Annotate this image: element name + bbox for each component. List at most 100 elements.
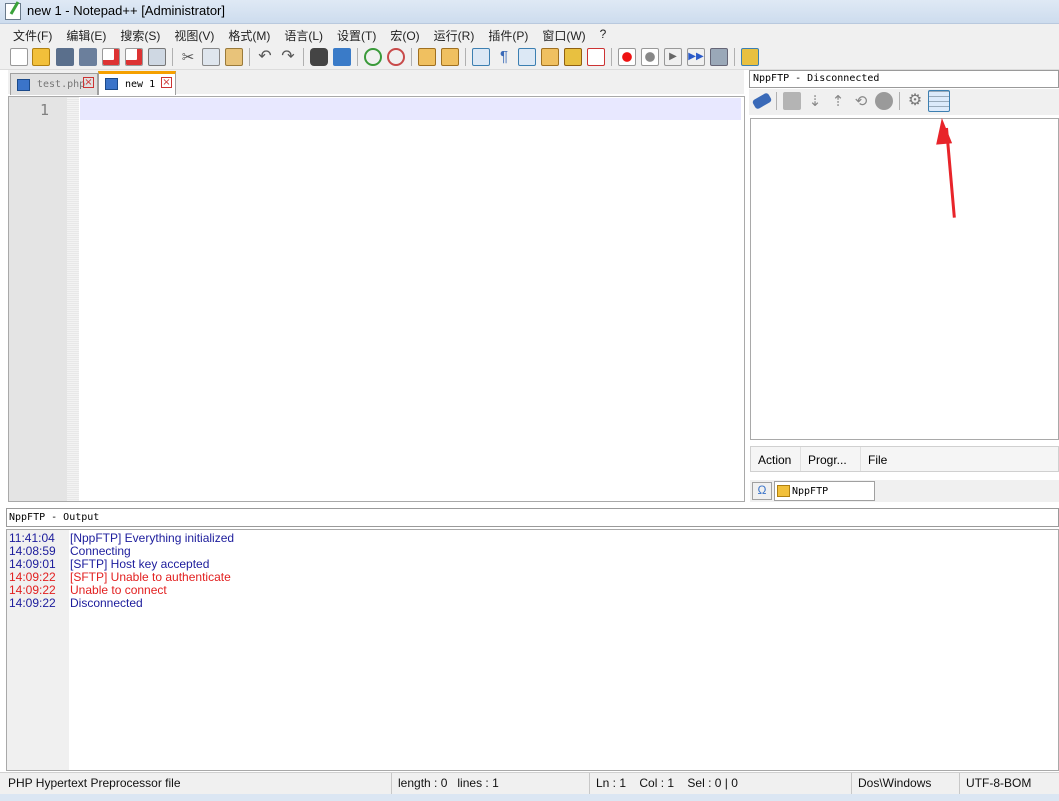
- refresh-folder-icon[interactable]: ⇡: [829, 92, 847, 110]
- toolbar-divider: [611, 48, 612, 66]
- notepad-app-icon: [5, 3, 21, 20]
- redo-icon[interactable]: ↷: [279, 48, 297, 66]
- menu-language[interactable]: 语言(L): [277, 24, 330, 44]
- menu-file[interactable]: 文件(F): [6, 24, 59, 44]
- run-macro-multiple-icon[interactable]: ▶▶: [687, 48, 705, 66]
- indent-guide-icon[interactable]: [518, 48, 536, 66]
- refresh-icon[interactable]: ⟲: [852, 92, 870, 110]
- connect-icon[interactable]: [751, 92, 773, 110]
- window-bottom-border: [0, 794, 1059, 801]
- play-macro-icon[interactable]: ▶: [664, 48, 682, 66]
- close-tab-icon[interactable]: ×: [83, 77, 94, 88]
- toolbar-divider: [734, 48, 735, 66]
- current-line-highlight: [80, 98, 741, 120]
- close-tab-icon[interactable]: ×: [161, 77, 172, 88]
- menu-edit[interactable]: 编辑(E): [59, 24, 113, 44]
- queue-column-progress[interactable]: Progr...: [801, 447, 861, 471]
- stop-macro-icon[interactable]: [641, 48, 659, 66]
- save-icon[interactable]: [56, 48, 74, 66]
- sync-vertical-icon[interactable]: [418, 48, 436, 66]
- paste-icon[interactable]: [225, 48, 243, 66]
- menu-search[interactable]: 搜索(S): [113, 24, 167, 44]
- open-file-icon[interactable]: [32, 48, 50, 66]
- log-message: Connecting: [70, 544, 131, 558]
- close-icon[interactable]: [102, 48, 120, 66]
- tab-new-1[interactable]: new 1 ×: [98, 71, 176, 95]
- settings-gear-icon[interactable]: ⚙: [906, 92, 924, 110]
- output-panel-title: NppFTP - Output: [6, 508, 1059, 527]
- menu-view[interactable]: 视图(V): [167, 24, 221, 44]
- log-time: 14:09:22: [9, 570, 56, 584]
- cut-icon[interactable]: ✂: [179, 48, 197, 66]
- status-eol[interactable]: Dos\Windows: [852, 773, 960, 795]
- menu-help[interactable]: ?: [593, 24, 614, 44]
- menu-run[interactable]: 运行(R): [427, 24, 482, 44]
- status-encoding[interactable]: UTF-8-BOM: [960, 773, 1056, 795]
- tab-test-php[interactable]: test.php ×: [10, 73, 98, 95]
- new-file-icon[interactable]: [10, 48, 28, 66]
- word-wrap-icon[interactable]: [472, 48, 490, 66]
- side-panel-tabs: Ω NppFTP: [750, 480, 1059, 502]
- copy-icon[interactable]: [202, 48, 220, 66]
- record-macro-icon[interactable]: [618, 48, 636, 66]
- function-list-tab-icon[interactable]: Ω: [752, 482, 772, 500]
- menu-settings[interactable]: 设置(T): [330, 24, 383, 44]
- transfer-queue-header: Action Progr... File: [750, 446, 1059, 472]
- zoom-in-icon[interactable]: [364, 48, 382, 66]
- doc-map-icon[interactable]: [541, 48, 559, 66]
- menu-macro[interactable]: 宏(O): [383, 24, 426, 44]
- replace-icon[interactable]: [333, 48, 351, 66]
- save-macro-icon[interactable]: [710, 48, 728, 66]
- log-line: 14:09:22 [SFTP] Unable to authenticate: [9, 570, 231, 584]
- save-state-icon: [17, 79, 30, 91]
- log-line: 11:41:04 [NppFTP] Everything initialized: [9, 531, 234, 545]
- print-icon[interactable]: [148, 48, 166, 66]
- window-title: new 1 - Notepad++ [Administrator]: [27, 3, 225, 18]
- sync-horizontal-icon[interactable]: [441, 48, 459, 66]
- tab-label: new 1: [125, 79, 156, 90]
- log-message: [SFTP] Unable to authenticate: [70, 570, 231, 584]
- message-window-icon[interactable]: [928, 90, 950, 112]
- save-all-icon[interactable]: [79, 48, 97, 66]
- log-message: [SFTP] Host key accepted: [70, 557, 210, 571]
- status-bar: PHP Hypertext Preprocessor file length :…: [0, 772, 1059, 795]
- log-message: Disconnected: [70, 596, 143, 610]
- status-length: length : 0: [398, 776, 448, 790]
- upload-icon[interactable]: ⇣: [806, 92, 824, 110]
- abort-icon[interactable]: [875, 92, 893, 110]
- zoom-out-icon[interactable]: [387, 48, 405, 66]
- nppftp-toggle-icon[interactable]: [741, 48, 759, 66]
- queue-column-file[interactable]: File: [861, 447, 894, 471]
- line-number: 1: [39, 101, 49, 119]
- status-file-type: PHP Hypertext Preprocessor file: [2, 773, 392, 795]
- download-icon[interactable]: [783, 92, 801, 110]
- queue-column-action[interactable]: Action: [751, 447, 801, 471]
- show-all-chars-icon[interactable]: ¶: [495, 48, 513, 66]
- log-time: 14:09:01: [9, 557, 56, 571]
- status-lines: lines : 1: [457, 776, 499, 790]
- code-editor[interactable]: 1: [8, 96, 745, 502]
- log-line: 14:09:01 [SFTP] Host key accepted: [9, 557, 209, 571]
- log-time: 14:09:22: [9, 596, 56, 610]
- menu-window[interactable]: 窗口(W): [535, 24, 592, 44]
- output-panel[interactable]: 11:41:04 [NppFTP] Everything initialized …: [6, 529, 1059, 771]
- menu-format[interactable]: 格式(M): [221, 24, 277, 44]
- toolbar-divider: [465, 48, 466, 66]
- annotation-arrow-head: [933, 117, 953, 145]
- tab-nppftp[interactable]: NppFTP: [774, 481, 875, 501]
- toolbar-divider: [303, 48, 304, 66]
- nppftp-file-tree[interactable]: [750, 118, 1059, 440]
- close-all-icon[interactable]: [125, 48, 143, 66]
- folder-workspace-icon[interactable]: [587, 48, 605, 66]
- toolbar-divider: [249, 48, 250, 66]
- function-list-icon[interactable]: [564, 48, 582, 66]
- toolbar-divider: [357, 48, 358, 66]
- status-position: Ln : 1 Col : 1 Sel : 0 | 0: [590, 773, 852, 795]
- log-message: [NppFTP] Everything initialized: [70, 531, 235, 545]
- menu-bar: 文件(F) 编辑(E) 搜索(S) 视图(V) 格式(M) 语言(L) 设置(T…: [0, 24, 1059, 44]
- find-icon[interactable]: [310, 48, 328, 66]
- fold-margin[interactable]: [67, 97, 79, 501]
- menu-plugins[interactable]: 插件(P): [481, 24, 535, 44]
- undo-icon[interactable]: ↶: [256, 48, 274, 66]
- title-bar: new 1 - Notepad++ [Administrator]: [0, 0, 1059, 24]
